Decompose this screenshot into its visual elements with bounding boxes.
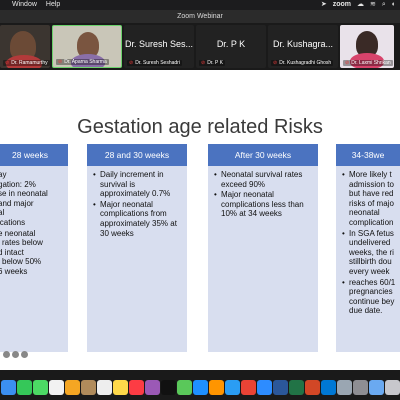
bullet-item: Major neonatal complications less than 1… xyxy=(214,190,315,219)
participant-display-name: Dr. Kushagra... xyxy=(272,39,334,49)
bullet-item: Major neonatal complications from approx… xyxy=(93,200,184,238)
participant-tile[interactable]: Dr. Suresh Ses... ⊘ Dr. Suresh Seshadri xyxy=(124,25,194,68)
photos-icon[interactable] xyxy=(65,379,80,395)
search-icon[interactable]: ⌕ xyxy=(382,0,386,10)
folder-icon[interactable] xyxy=(369,379,384,395)
muted-mic-icon: ⊘ xyxy=(345,60,350,66)
contacts-icon[interactable] xyxy=(81,379,96,395)
muted-mic-icon: ⊘ xyxy=(273,60,278,66)
participant-name-label: ⊘ Dr. P K xyxy=(199,60,225,66)
column-header: After 30 weeks xyxy=(208,144,318,166)
menubar-status-area: ➤ zoom ☁ ≋ ⌕ ◐ xyxy=(321,0,396,10)
facetime-icon[interactable] xyxy=(17,379,32,395)
bullet-item: Neonatal survival rates exceed 90% xyxy=(214,170,315,189)
books-icon[interactable] xyxy=(209,379,224,395)
music-icon[interactable] xyxy=(129,379,144,395)
slide-column: 34-38we More likely t admission to but h… xyxy=(336,144,400,352)
outlook-icon[interactable] xyxy=(321,379,336,395)
participant-tile[interactable]: ⊘ Dr. Ramamurthy xyxy=(0,25,50,68)
slideshow-controls xyxy=(3,351,28,358)
wifi-icon[interactable]: ≋ xyxy=(370,0,376,10)
zoom-menubar-label[interactable]: zoom xyxy=(333,0,351,10)
participant-name-label: ⊘ Dr. Aparna Sharma xyxy=(56,59,109,65)
powerpoint-icon[interactable] xyxy=(305,379,320,395)
notes-icon[interactable] xyxy=(113,379,128,395)
bullet-item: reaches 60/1 pregnancies continue bey du… xyxy=(342,278,397,316)
preview-icon[interactable] xyxy=(337,379,352,395)
next-slide-icon[interactable] xyxy=(12,351,19,358)
messages-icon[interactable] xyxy=(33,379,48,395)
muted-mic-icon: ⊘ xyxy=(5,60,10,66)
bullet-item: In SGA fetus undelivered weeks, the ri s… xyxy=(342,229,397,277)
podcasts-icon[interactable] xyxy=(145,379,160,395)
participant-display-name: Dr. Suresh Ses... xyxy=(124,39,194,49)
slide-column: After 30 weeks Neonatal survival rates e… xyxy=(208,144,318,352)
bullet-item: ay gation: 2% se in neonatal and major a… xyxy=(0,170,48,227)
control-center-icon[interactable]: ◐ xyxy=(392,0,396,10)
participant-tile[interactable]: ⊘ Dr. Laxmi Shrikan xyxy=(340,25,394,68)
muted-mic-icon: ⊘ xyxy=(201,60,206,66)
muted-mic-icon: ⊘ xyxy=(129,60,134,66)
column-header: 28 and 30 weeks xyxy=(87,144,187,166)
menu-help[interactable]: Help xyxy=(46,0,60,10)
chrome-icon[interactable] xyxy=(241,379,256,395)
macos-dock xyxy=(0,376,400,398)
calendar-icon[interactable] xyxy=(49,379,64,395)
shared-screen-slide: Gestation age related Risks 28 weeks ay … xyxy=(0,70,400,370)
word-icon[interactable] xyxy=(273,379,288,395)
settings-icon[interactable] xyxy=(353,379,368,395)
maps-icon[interactable] xyxy=(177,379,192,395)
reminders-icon[interactable] xyxy=(97,379,112,395)
participant-name-label: ⊘ Dr. Suresh Seshadri xyxy=(127,60,182,66)
bullet-item: More likely t admission to but have red … xyxy=(342,170,397,228)
trash-icon[interactable] xyxy=(385,379,400,395)
column-bullets: ay gation: 2% se in neonatal and major a… xyxy=(0,166,68,277)
location-icon[interactable]: ➤ xyxy=(321,0,327,10)
app-store-icon[interactable] xyxy=(193,379,208,395)
excel-icon[interactable] xyxy=(289,379,304,395)
slide-title: Gestation age related Risks xyxy=(77,116,323,138)
participant-name-label: ⊘ Dr. Kushagradhi Ghosh xyxy=(271,60,334,66)
macos-menu-bar: Window Help ➤ zoom ☁ ≋ ⌕ ◐ xyxy=(0,0,400,10)
cloud-icon[interactable]: ☁ xyxy=(357,0,364,10)
bullet-item: Daily increment in survival is approxima… xyxy=(93,170,184,199)
previous-slide-icon[interactable] xyxy=(3,351,10,358)
zoom-window-title: Zoom Webinar xyxy=(0,10,400,23)
participant-tile[interactable]: Dr. P K ⊘ Dr. P K xyxy=(196,25,266,68)
finder-icon[interactable] xyxy=(1,379,16,395)
zoom-icon[interactable] xyxy=(257,379,272,395)
column-header: 34-38we xyxy=(336,144,400,166)
column-bullets: Neonatal survival rates exceed 90% Major… xyxy=(208,166,318,219)
column-header: 28 weeks xyxy=(0,144,68,166)
muted-mic-icon: ⊘ xyxy=(58,59,63,65)
bullet-item: e neonatal l rates below d intact l belo… xyxy=(0,228,43,276)
menu-window[interactable]: Window xyxy=(12,0,37,10)
tv-icon[interactable] xyxy=(161,379,176,395)
slide-column: 28 weeks ay gation: 2% se in neonatal an… xyxy=(0,144,68,352)
participant-display-name: Dr. P K xyxy=(216,39,246,49)
participants-strip: ⊘ Dr. Ramamurthy ⊘ Dr. Aparna Sharma Dr. S… xyxy=(0,23,400,70)
participant-name-label: ⊘ Dr. Laxmi Shrikan xyxy=(343,60,393,66)
safari-icon[interactable] xyxy=(225,379,240,395)
slide-column: 28 and 30 weeks Daily increment in survi… xyxy=(87,144,187,352)
participant-name-label: ⊘ Dr. Ramamurthy xyxy=(3,60,50,66)
column-bullets: Daily increment in survival is approxima… xyxy=(87,166,187,238)
participant-tile-active-speaker[interactable]: ⊘ Dr. Aparna Sharma xyxy=(52,25,122,68)
column-bullets: More likely t admission to but have red … xyxy=(336,166,400,316)
participant-tile[interactable]: Dr. Kushagra... ⊘ Dr. Kushagradhi Ghosh xyxy=(268,25,338,68)
slide-menu-icon[interactable] xyxy=(21,351,28,358)
